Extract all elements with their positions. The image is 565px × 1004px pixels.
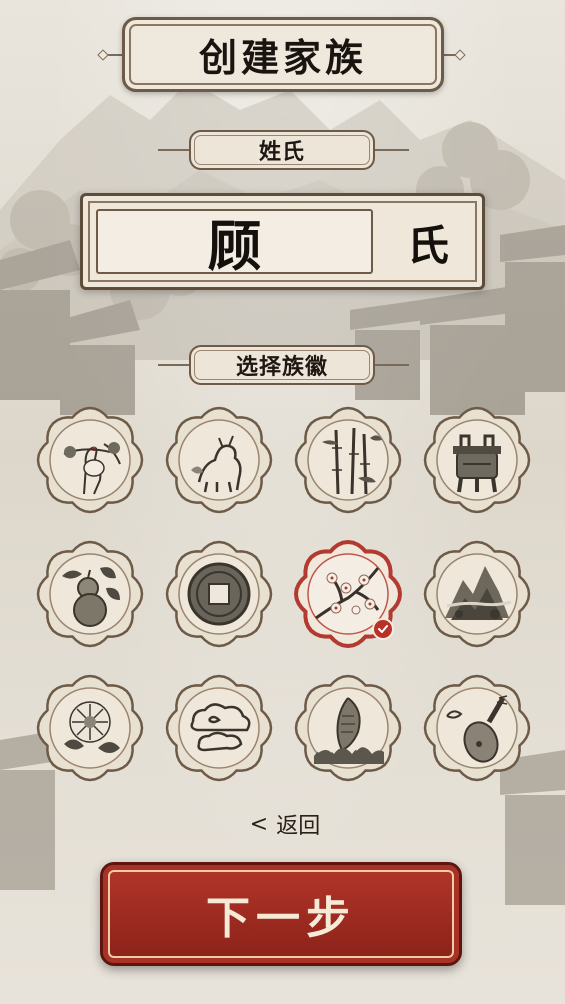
chrysanthemum-icon (64, 701, 120, 753)
emblem-option[interactable] (294, 674, 402, 782)
emblem-option[interactable] (165, 406, 273, 514)
carp-wave-icon (314, 697, 384, 764)
ancient-coin-icon (187, 562, 251, 626)
next-step-label: 下一步 (206, 893, 356, 944)
emblem-option[interactable] (36, 406, 144, 514)
emblem-label-text: 选择族徽 (235, 354, 328, 380)
emblem-option[interactable] (165, 674, 273, 782)
emblem-option[interactable] (423, 406, 531, 514)
back-link[interactable]: < 返回 (240, 808, 330, 840)
emblem-section-label: 选择族徽 (189, 345, 375, 385)
page-title: 创建家族 (198, 35, 367, 80)
surname-label-ornament-right (375, 149, 409, 151)
surname-label-ornament-left (158, 149, 190, 151)
emblem-option[interactable] (165, 540, 273, 648)
emblem-label-ornament-right (375, 364, 409, 366)
pipa-lute-icon (446, 695, 508, 763)
plum-blossom-icon (315, 567, 380, 620)
emblem-option[interactable] (423, 674, 531, 782)
back-label: 返回 (276, 814, 321, 839)
mountain-landscape-icon (445, 566, 512, 620)
surname-label-text: 姓氏 (258, 139, 305, 165)
qilin-icon (191, 435, 242, 493)
emblem-label-ornament-left (158, 364, 190, 366)
emblem-option[interactable] (36, 540, 144, 648)
surname-suffix: 氏 (406, 220, 449, 270)
surname-value: 顾 (207, 214, 262, 278)
emblem-option[interactable] (294, 406, 402, 514)
title-plaque: 创建家族 (122, 17, 444, 92)
next-step-button[interactable]: 下一步 (100, 862, 462, 966)
surname-section-label: 姓氏 (189, 130, 375, 170)
auspicious-cloud-icon (190, 703, 251, 752)
selected-check-icon (372, 618, 394, 640)
emblem-option[interactable] (423, 540, 531, 648)
back-arrow-icon: < (249, 811, 269, 837)
emblem-option[interactable] (36, 674, 144, 782)
bamboo-icon (322, 427, 382, 495)
crane-pine-icon (63, 442, 121, 495)
gourd-icon (62, 567, 120, 627)
surname-input[interactable]: 顾 (96, 209, 373, 278)
bronze-ding-icon (453, 434, 501, 493)
